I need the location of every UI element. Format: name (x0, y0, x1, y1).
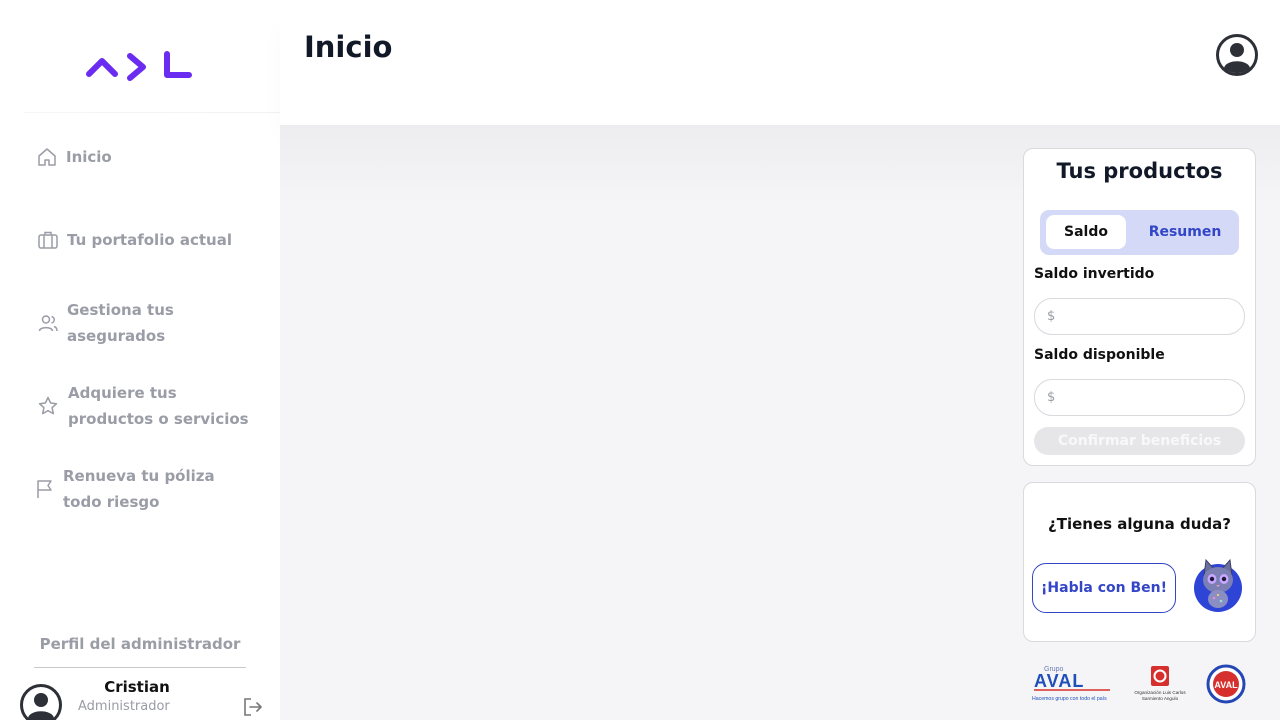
sidebar: Inicio Tu portafolio actual Gestiona tus… (0, 0, 344, 720)
organizacion-lcsa-logo: Organización Luis Carlos Sarmiento Angul… (1134, 666, 1186, 701)
svg-text:Organización Luis Carlos: Organización Luis Carlos (1134, 690, 1186, 695)
products-tabs: Saldo Resumen (1040, 210, 1239, 255)
profile-divider (34, 667, 246, 668)
home-icon (36, 146, 58, 168)
products-title: Tus productos (1056, 159, 1223, 183)
tab-saldo[interactable]: Saldo (1046, 215, 1126, 249)
sidebar-item-asegurados[interactable]: Gestiona tus asegurados (37, 297, 247, 349)
help-card: ¿Tienes alguna duda? ¡Habla con Ben! (1023, 482, 1256, 642)
sidebar-item-portafolio[interactable]: Tu portafolio actual (37, 227, 247, 253)
saldo-disponible-input[interactable]: $ (1034, 379, 1245, 416)
app-root: Inicio Tu portafolio actual Gestiona tus… (0, 0, 1280, 720)
profile-avatar-icon[interactable] (1216, 34, 1258, 76)
sidebar-item-inicio[interactable]: Inicio (36, 144, 246, 170)
tab-resumen[interactable]: Resumen (1136, 215, 1234, 249)
sidebar-item-label: Renueva tu póliza todo riesgo (63, 467, 215, 511)
sidebar-item-label: Adquiere tus productos o servicios (68, 384, 249, 428)
sidebar-item-label: Tu portafolio actual (67, 231, 232, 249)
sidebar-item-label: Inicio (66, 148, 112, 166)
aval-seal-logo: AVAL (1206, 664, 1246, 704)
sidebar-item-adquiere[interactable]: Adquiere tus productos o servicios (37, 380, 253, 432)
svg-text:AVAL: AVAL (1034, 671, 1084, 691)
help-title: ¿Tienes alguna duda? (1048, 515, 1231, 533)
confirm-benefits-button[interactable]: Confirmar beneficios (1034, 427, 1245, 455)
profile-section-title: Perfil del administrador (39, 635, 241, 653)
currency-prefix: $ (1047, 309, 1056, 324)
saldo-invertido-input[interactable]: $ (1034, 298, 1245, 335)
sidebar-item-label: Gestiona tus asegurados (67, 301, 174, 345)
top-header: Inicio (280, 0, 1280, 125)
user-name: Cristian (104, 678, 170, 696)
users-icon (37, 312, 59, 334)
footer-brand-logos: Grupo AVAL Hacemos grupo con todo el paí… (1032, 664, 1246, 704)
saldo-invertido-label: Saldo invertido (1034, 266, 1155, 282)
currency-prefix: $ (1047, 390, 1056, 405)
page-title: Inicio (304, 30, 393, 64)
sidebar-item-renueva[interactable]: Renueva tu póliza todo riesgo (34, 463, 243, 515)
talk-with-ben-button[interactable]: ¡Habla con Ben! (1032, 563, 1176, 613)
saldo-disponible-label: Saldo disponible (1034, 347, 1165, 363)
svg-text:Hacemos grupo con todo el país: Hacemos grupo con todo el país (1032, 696, 1107, 702)
flag-icon (34, 478, 56, 500)
products-card: Tus productos Saldo Resumen Saldo invert… (1023, 148, 1256, 466)
svg-text:AVAL: AVAL (1214, 680, 1238, 690)
grupo-aval-logo: Grupo AVAL Hacemos grupo con todo el paí… (1032, 666, 1110, 702)
star-icon (37, 395, 59, 417)
ben-cat-icon[interactable] (1192, 554, 1244, 612)
user-role: Administrador (78, 699, 170, 714)
user-avatar[interactable] (20, 684, 62, 720)
briefcase-icon (37, 229, 59, 251)
logout-icon[interactable] (242, 697, 264, 717)
svg-text:Sarmiento Angulo: Sarmiento Angulo (1142, 696, 1179, 701)
adl-logo[interactable] (85, 48, 195, 82)
